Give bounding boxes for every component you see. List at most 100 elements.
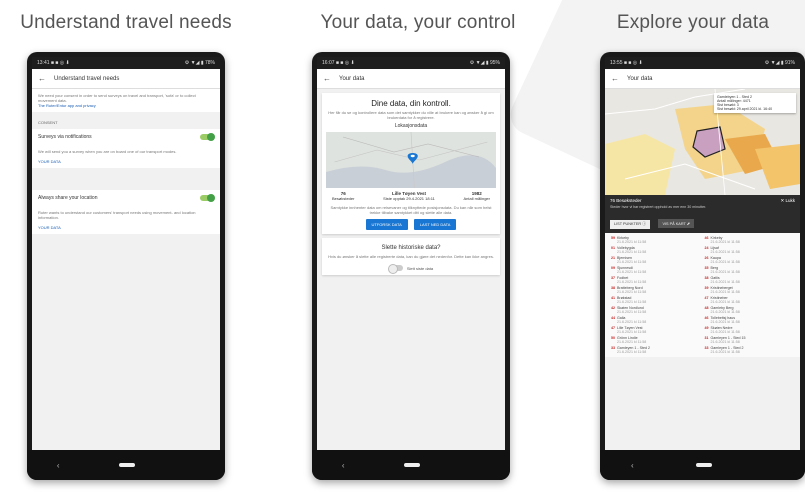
status-left: 16:07 ■ ■ ◎ ⬇ xyxy=(322,60,355,66)
list-points-button[interactable]: LIST PUNKTER ⓘ xyxy=(610,220,650,229)
list-item-sub: 21.6.2021 kl 11:58 xyxy=(710,340,740,344)
list-item-number: 26 xyxy=(704,256,709,260)
list-item-text: Lille Tøyen Vest 21.6.2021 kl 11:58 xyxy=(617,326,646,334)
back-arrow-icon[interactable]: ← xyxy=(323,74,331,83)
card-body: Her får du se og kontrollere data som de… xyxy=(328,110,494,120)
list-item[interactable]: 47 Kristineber 21.6.2021 kl 11:58 xyxy=(703,295,797,305)
list-item-number: 46 xyxy=(704,316,709,320)
list-item-number: 09 xyxy=(611,266,615,270)
status-left: 13:55 ■ ■ ◎ ⬇ xyxy=(610,60,643,66)
list-item[interactable]: 38 Bratteberg Nord 21.6.2021 kl 11:58 xyxy=(609,285,703,295)
list-item[interactable]: 33 Gamleyen 1 - Sted 2 21.6.2021 kl 11:58 xyxy=(609,345,703,355)
location-desc-section: Ruter wants to understand our customers'… xyxy=(32,206,220,234)
list-item[interactable]: 35 Berg 21.6.2021 kl 11:58 xyxy=(703,265,797,275)
list-item[interactable]: 33 Gamleyen 1 - Sted 2 21.6.2021 kl 11:58 xyxy=(703,345,797,355)
map-label: Lokasjonsdata xyxy=(394,123,428,129)
list-item-sub: 21.6.2021 kl 11:58 xyxy=(710,320,740,324)
list-item[interactable]: 46 Tollebeltsj haus 21.6.2021 kl 11:58 xyxy=(703,315,797,325)
heading-your-data: Your data, your control xyxy=(320,12,516,33)
back-nav-icon[interactable]: ‹ xyxy=(631,461,634,470)
your-data-link-1[interactable]: YOUR DATA xyxy=(38,159,214,164)
home-nav-icon[interactable] xyxy=(119,463,136,467)
back-arrow-icon[interactable]: ← xyxy=(38,74,46,83)
show-map-button[interactable]: VIS PÅ KART ⬈ xyxy=(658,219,694,228)
list-item[interactable]: 01 Vollebygda 21.6.2021 kl 11:58 xyxy=(609,245,703,255)
download-data-button[interactable]: LAST NED DATA xyxy=(413,219,457,230)
history-toggle-row[interactable]: Slett siste data xyxy=(326,264,496,274)
list-item-sub: 21.6.2021 kl 11:58 xyxy=(617,260,647,264)
list-item[interactable]: 50 Grönn Lindie 21.6.2021 kl 11:58 xyxy=(609,335,703,345)
list-item[interactable]: 38 Gatlis 21.6.2021 kl 11:58 xyxy=(703,275,797,285)
list-item-text: Kristineberget 21.6.2021 kl 11:58 xyxy=(711,286,740,294)
privacy-link[interactable]: The Ruter/Entur app and privacy xyxy=(38,103,214,108)
toggle-row-location[interactable]: Always share your location xyxy=(32,190,220,206)
list-item-text: Kirkeby 21.6.2021 kl 11:58 xyxy=(711,236,740,244)
list-item[interactable]: 44 Galla 21.6.2021 kl 11:58 xyxy=(609,315,703,325)
surveys-toggle[interactable] xyxy=(200,133,215,141)
list-item-text: Gamleby Berg 21.6.2021 kl 11:58 xyxy=(711,306,740,314)
list-item-sub: 21.6.2021 kl 11:58 xyxy=(710,260,740,264)
nav-bar: ‹ xyxy=(312,450,510,480)
card-fine: Samtykke innhenter data om reisevaner og… xyxy=(330,205,492,215)
surveys-desc: We will send you a survey when you are o… xyxy=(38,149,177,154)
home-nav-icon[interactable] xyxy=(695,463,712,467)
places-list: 59 Kirkeby 21.6.2021 kl 11:58 46 Kirkeby 21.6… xyxy=(605,233,800,357)
close-button[interactable]: ✕ Lukk xyxy=(780,198,795,204)
explore-data-button[interactable]: UTFORSK DATA xyxy=(365,219,408,230)
list-item-number: 37 xyxy=(611,276,615,280)
history-body: Hvis du ønsker å slette alle registrerte… xyxy=(328,254,494,259)
list-item[interactable]: 42 Skøien Nordlund 21.6.2021 kl 11:58 xyxy=(609,305,703,315)
list-item[interactable]: 46 Kirkeby 21.6.2021 kl 11:58 xyxy=(703,235,797,245)
home-nav-icon[interactable] xyxy=(404,463,421,467)
list-item-sub: 21.6.2021 kl 11:58 xyxy=(617,310,647,314)
status-bar: 16:07 ■ ■ ◎ ⬇ ⚙ ▼◢ ▮ 95% xyxy=(317,57,505,69)
list-item[interactable]: 31 Gamleyen 1 - Sted 15 21.6.2021 kl 11:58 xyxy=(703,335,797,345)
card-title: Dine data, din kontroll. xyxy=(371,99,451,108)
list-item-text: Skøien Nedre 21.6.2021 kl 11:58 xyxy=(711,326,740,334)
back-arrow-icon[interactable]: ← xyxy=(611,74,619,83)
heat-map[interactable]: Gamlebyen 1 - Sted 2 Antall målinger: 44… xyxy=(605,88,800,196)
list-item-number: 01 xyxy=(611,246,615,250)
list-item-text: Kirkeby 21.6.2021 kl 11:58 xyxy=(617,236,646,244)
your-data-link-2[interactable]: YOUR DATA xyxy=(38,225,214,230)
list-item-text: Gatlis 21.6.2021 kl 11:58 xyxy=(711,276,740,284)
list-item-text: Bratteberg Nord 21.6.2021 kl 11:58 xyxy=(617,286,646,294)
list-item-sub: 21.6.2021 kl 11:58 xyxy=(710,250,740,254)
location-toggle[interactable] xyxy=(200,194,215,202)
location-map[interactable] xyxy=(326,132,496,188)
list-item-text: Brøkstad 21.6.2021 kl 11:58 xyxy=(617,296,646,304)
list-item[interactable]: 41 Brøkstad 21.6.2021 kl 11:58 xyxy=(609,295,703,305)
list-item[interactable]: 47 Lille Tøyen Vest 21.6.2021 kl 11:58 xyxy=(609,325,703,335)
list-item-text: Berg 21.6.2021 kl 11:58 xyxy=(711,266,740,274)
list-item-sub: 21.6.2021 kl 11:58 xyxy=(617,280,647,284)
list-item-sub: 21.6.2021 kl 11:58 xyxy=(710,300,740,304)
app-bar: ← Your data xyxy=(605,69,800,89)
list-item[interactable]: 37 Fodbet 21.6.2021 kl 11:58 xyxy=(609,275,703,285)
back-nav-icon[interactable]: ‹ xyxy=(342,461,345,470)
back-nav-icon[interactable]: ‹ xyxy=(57,461,60,470)
phone-your-data: 16:07 ■ ■ ◎ ⬇ ⚙ ▼◢ ▮ 95% ← Your data Din… xyxy=(312,52,510,480)
list-item[interactable]: 49 Skøien Nedre 21.6.2021 kl 11:58 xyxy=(703,325,797,335)
status-bar: 13:41 ■ ■ ◎ ⬇ ⚙ ▼◢ ▮ 78% xyxy=(32,57,220,69)
list-item[interactable]: 59 Kirkeby 21.6.2021 kl 11:58 xyxy=(609,235,703,245)
list-item[interactable]: 48 Gamleby Berg 21.6.2021 kl 11:58 xyxy=(703,305,797,315)
list-item[interactable]: 24 Lijsaf 21.6.2021 kl 11:58 xyxy=(703,245,797,255)
history-toggle[interactable] xyxy=(387,264,403,274)
places-header: 76 Besøksteder ✕ Lukk xyxy=(610,198,795,204)
stats-row: 76 Besøksteder Lille Tøyen Vest Siste oppt… xyxy=(326,191,496,201)
places-desc: Steder hvor vi har registrert opphold av… xyxy=(610,205,707,209)
list-item-text: Fodbet 21.6.2021 kl 11:58 xyxy=(617,276,646,284)
list-item-sub: 21.6.2021 kl 11:58 xyxy=(617,330,647,334)
phone-travel-needs: 13:41 ■ ■ ◎ ⬇ ⚙ ▼◢ ▮ 78% ← Understand tr… xyxy=(27,52,225,480)
list-item[interactable]: 21 Bjernisen 21.6.2021 kl 11:58 xyxy=(609,255,703,265)
list-item-number: 50 xyxy=(611,336,615,340)
status-right: ⚙ ▼◢ ▮ 95% xyxy=(469,60,500,66)
toggle-row-surveys[interactable]: Surveys via notifications xyxy=(32,129,220,145)
list-item[interactable]: 26 Kaupa 21.6.2021 kl 11:58 xyxy=(703,255,797,265)
list-item-sub: 21.6.2021 kl 11:58 xyxy=(710,280,740,284)
phone-screen: 13:41 ■ ■ ◎ ⬇ ⚙ ▼◢ ▮ 78% ← Understand tr… xyxy=(32,57,220,450)
list-item[interactable]: 09 Sjunnesdi 21.6.2021 kl 11:58 xyxy=(609,265,703,275)
list-item-text: Grönn Lindie 21.6.2021 kl 11:58 xyxy=(617,336,646,344)
history-title: Slette historiske data? xyxy=(381,245,441,251)
list-item[interactable]: 39 Kristineberget 21.6.2021 kl 11:58 xyxy=(703,285,797,295)
